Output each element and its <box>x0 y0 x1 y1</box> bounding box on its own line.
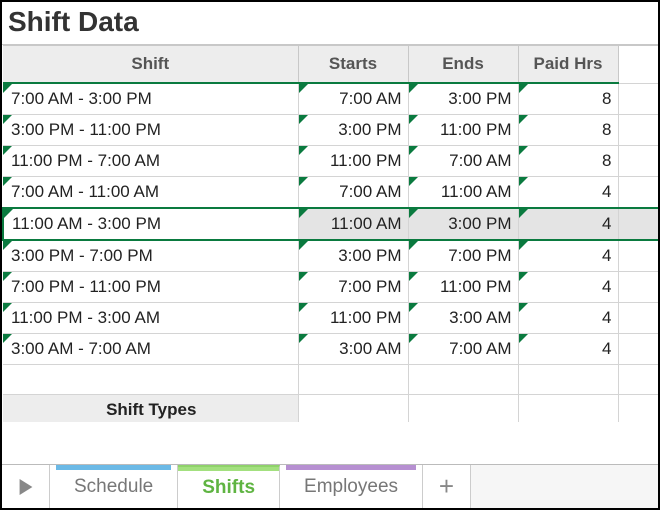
cell-empty[interactable] <box>618 177 658 209</box>
cell-ends[interactable]: 11:00 PM <box>408 272 518 303</box>
cell-ends[interactable]: 3:00 PM <box>408 83 518 115</box>
cell-ends[interactable]: 7:00 AM <box>408 146 518 177</box>
cell-shift[interactable]: 11:00 AM - 3:00 PM <box>3 208 298 240</box>
cell-empty[interactable] <box>618 83 658 115</box>
col-header-paid[interactable]: Paid Hrs <box>518 46 618 84</box>
cell-ends[interactable]: 3:00 PM <box>408 208 518 240</box>
cell-empty[interactable] <box>518 395 618 423</box>
cell-empty[interactable] <box>618 146 658 177</box>
cell-empty[interactable] <box>3 365 298 395</box>
cell-empty[interactable] <box>298 395 408 423</box>
cell-ends[interactable]: 7:00 PM <box>408 240 518 272</box>
tab-shifts[interactable]: Shifts <box>178 465 280 508</box>
cell-ends[interactable]: 7:00 AM <box>408 334 518 365</box>
table-row[interactable]: 7:00 AM - 11:00 AM7:00 AM11:00 AM4 <box>3 177 658 209</box>
tab-schedule[interactable]: Schedule <box>50 465 178 508</box>
cell-empty[interactable] <box>298 365 408 395</box>
tab-label: Employees <box>304 476 398 498</box>
col-header-ends[interactable]: Ends <box>408 46 518 84</box>
cell-empty[interactable] <box>618 115 658 146</box>
col-header-starts[interactable]: Starts <box>298 46 408 84</box>
cell-shift[interactable]: 3:00 AM - 7:00 AM <box>3 334 298 365</box>
cell-starts[interactable]: 11:00 PM <box>298 303 408 334</box>
cell-paid[interactable]: 4 <box>518 272 618 303</box>
cell-paid[interactable]: 8 <box>518 115 618 146</box>
cell-ends[interactable]: 11:00 PM <box>408 115 518 146</box>
cell-shift[interactable]: 3:00 PM - 11:00 PM <box>3 115 298 146</box>
cell-paid[interactable]: 4 <box>518 208 618 240</box>
table-row[interactable]: 11:00 PM - 7:00 AM11:00 PM7:00 AM8 <box>3 146 658 177</box>
cell-ends[interactable]: 3:00 AM <box>408 303 518 334</box>
cell-paid[interactable]: 4 <box>518 240 618 272</box>
section-header-row: Shift Types <box>3 395 658 423</box>
table-row[interactable]: 7:00 PM - 11:00 PM7:00 PM11:00 PM4 <box>3 272 658 303</box>
table-row-empty[interactable] <box>3 365 658 395</box>
table-row[interactable]: 3:00 AM - 7:00 AM3:00 AM7:00 AM4 <box>3 334 658 365</box>
cell-empty[interactable] <box>618 272 658 303</box>
cell-shift[interactable]: 7:00 AM - 3:00 PM <box>3 83 298 115</box>
cell-ends[interactable]: 11:00 AM <box>408 177 518 209</box>
col-header-shift[interactable]: Shift <box>3 46 298 84</box>
page-title: Shift Data <box>2 2 658 45</box>
cell-paid[interactable]: 4 <box>518 177 618 209</box>
cell-paid[interactable]: 8 <box>518 83 618 115</box>
cell-starts[interactable]: 11:00 AM <box>298 208 408 240</box>
sheet-tab-bar: Schedule Shifts Employees + <box>2 464 658 508</box>
cell-shift[interactable]: 11:00 PM - 3:00 AM <box>3 303 298 334</box>
cell-empty[interactable] <box>408 395 518 423</box>
cell-empty[interactable] <box>408 365 518 395</box>
cell-starts[interactable]: 7:00 AM <box>298 177 408 209</box>
cell-paid[interactable]: 4 <box>518 303 618 334</box>
cell-shift[interactable]: 7:00 AM - 11:00 AM <box>3 177 298 209</box>
table-row[interactable]: 3:00 PM - 11:00 PM3:00 PM11:00 PM8 <box>3 115 658 146</box>
cell-starts[interactable]: 7:00 AM <box>298 83 408 115</box>
section-header-shift-types[interactable]: Shift Types <box>3 395 298 423</box>
cell-empty[interactable] <box>618 365 658 395</box>
cell-starts[interactable]: 11:00 PM <box>298 146 408 177</box>
cell-starts[interactable]: 3:00 AM <box>298 334 408 365</box>
shift-table: Shift Starts Ends Paid Hrs 7:00 AM - 3:0… <box>2 45 658 422</box>
add-sheet-button[interactable]: + <box>423 465 471 508</box>
tab-employees[interactable]: Employees <box>280 465 423 508</box>
table-header-row: Shift Starts Ends Paid Hrs <box>3 46 658 84</box>
table-row[interactable]: 11:00 PM - 3:00 AM11:00 PM3:00 AM4 <box>3 303 658 334</box>
cell-paid[interactable]: 4 <box>518 334 618 365</box>
cell-empty[interactable] <box>618 395 658 423</box>
cell-shift[interactable]: 7:00 PM - 11:00 PM <box>3 272 298 303</box>
tab-label: Shifts <box>202 477 255 499</box>
table-row[interactable]: 11:00 AM - 3:00 PM11:00 AM3:00 PM4 <box>3 208 658 240</box>
cell-empty[interactable] <box>618 208 658 240</box>
cell-empty[interactable] <box>618 240 658 272</box>
cell-paid[interactable]: 8 <box>518 146 618 177</box>
table-row[interactable]: 7:00 AM - 3:00 PM7:00 AM3:00 PM8 <box>3 83 658 115</box>
cell-starts[interactable]: 3:00 PM <box>298 115 408 146</box>
cell-starts[interactable]: 3:00 PM <box>298 240 408 272</box>
plus-icon: + <box>439 471 454 502</box>
cell-empty[interactable] <box>618 334 658 365</box>
sheet-nav-button[interactable] <box>2 465 50 508</box>
cell-shift[interactable]: 11:00 PM - 7:00 AM <box>3 146 298 177</box>
play-icon <box>18 479 34 495</box>
tab-label: Schedule <box>74 476 153 498</box>
cell-shift[interactable]: 3:00 PM - 7:00 PM <box>3 240 298 272</box>
cell-starts[interactable]: 7:00 PM <box>298 272 408 303</box>
table-row[interactable]: 3:00 PM - 7:00 PM3:00 PM7:00 PM4 <box>3 240 658 272</box>
cell-empty[interactable] <box>518 365 618 395</box>
cell-empty[interactable] <box>618 303 658 334</box>
